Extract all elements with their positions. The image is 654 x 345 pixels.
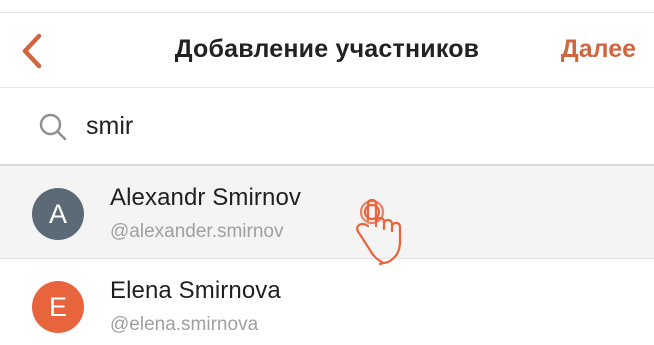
results-list: A Alexandr Smirnov @alexander.smirnov E … bbox=[0, 166, 654, 345]
user-handle: @alexander.smirnov bbox=[110, 221, 284, 242]
avatar: E bbox=[32, 281, 84, 333]
search-bar bbox=[0, 88, 654, 166]
status-area bbox=[0, 0, 654, 12]
add-participants-screen: Добавление участников Далее A Alexandr S… bbox=[0, 0, 654, 345]
avatar: A bbox=[32, 188, 84, 240]
tap-hand-icon bbox=[356, 198, 402, 266]
search-input[interactable] bbox=[86, 106, 606, 146]
page-title: Добавление участников bbox=[174, 35, 480, 63]
user-name: Alexandr Smirnov bbox=[110, 184, 302, 211]
user-name: Elena Smirnova bbox=[110, 277, 281, 304]
list-item[interactable]: E Elena Smirnova @elena.smirnova bbox=[0, 259, 654, 345]
navigation-header: Добавление участников Далее bbox=[0, 12, 654, 88]
list-item[interactable]: A Alexandr Smirnov @alexander.smirnov bbox=[0, 166, 654, 259]
next-button[interactable]: Далее bbox=[561, 35, 636, 64]
search-icon bbox=[39, 113, 67, 141]
user-handle: @elena.smirnova bbox=[110, 314, 259, 335]
